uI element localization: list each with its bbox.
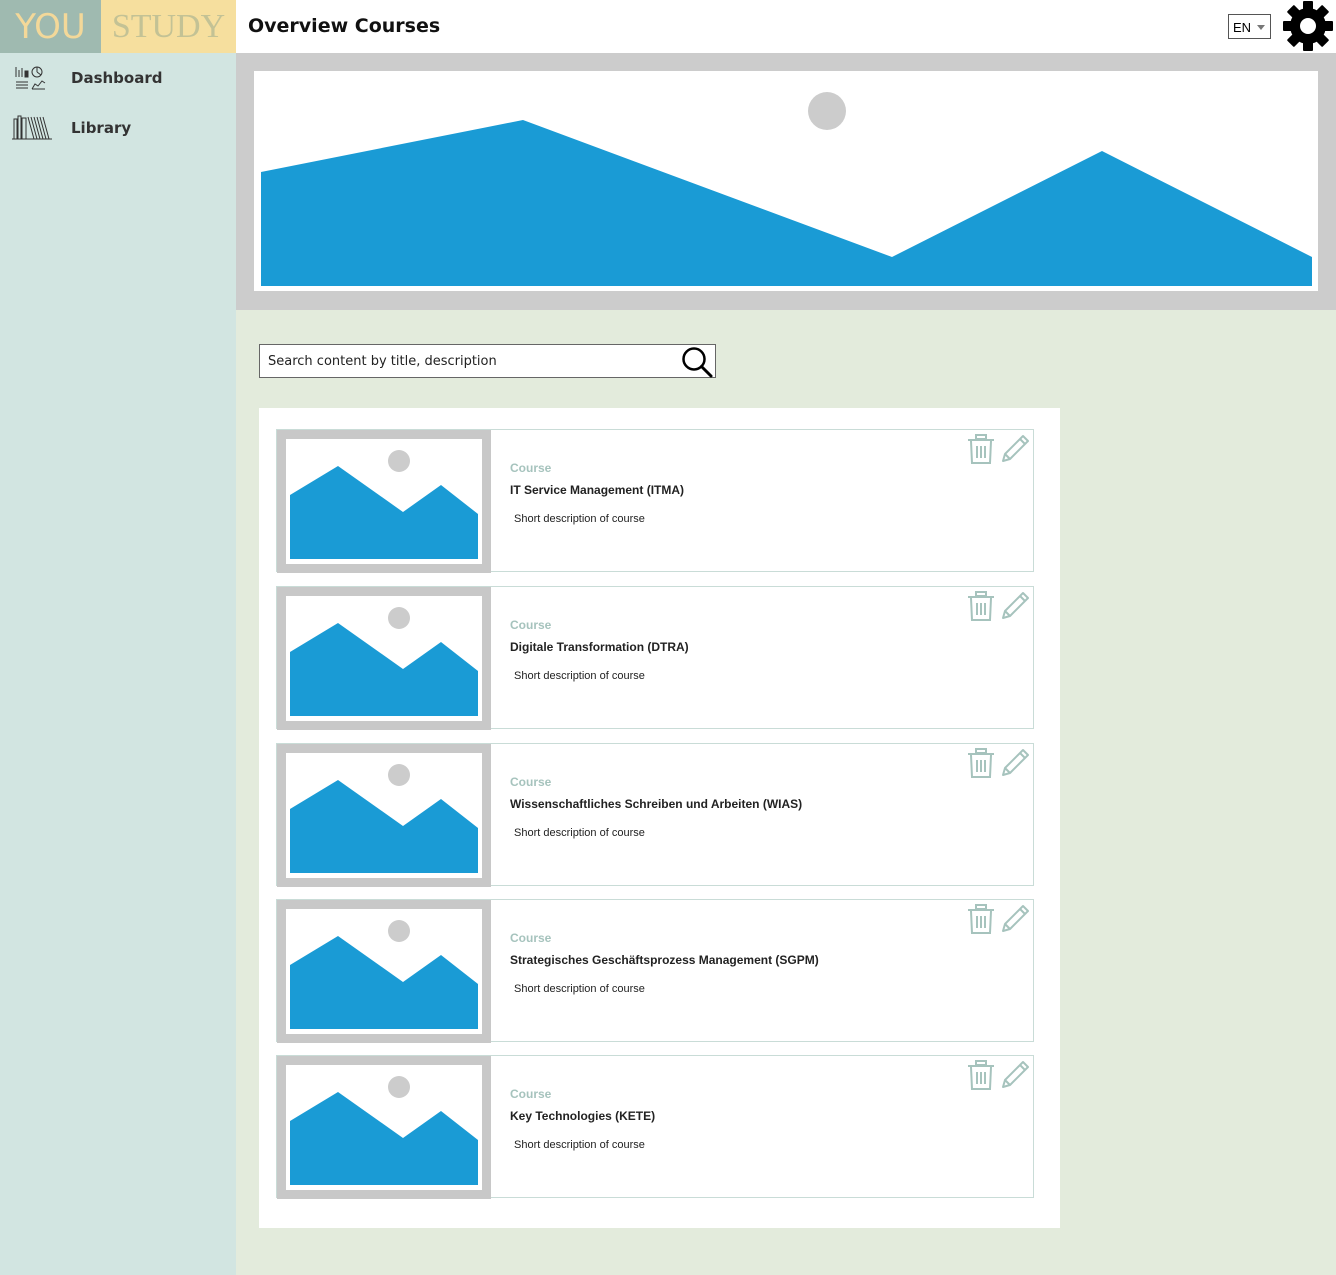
course-title[interactable]: Digitale Transformation (DTRA) (510, 640, 689, 654)
library-icon (12, 115, 52, 140)
trash-icon[interactable] (966, 590, 996, 622)
logo-study: STUDY (101, 0, 236, 53)
dashboard-icon (15, 66, 46, 90)
course-thumbnail (277, 1056, 491, 1199)
gear-icon[interactable] (1282, 0, 1334, 52)
sidebar-item-label: Library (71, 119, 132, 137)
course-description: Short description of course (514, 983, 645, 995)
pencil-icon[interactable] (999, 747, 1031, 779)
course-description: Short description of course (514, 1139, 645, 1151)
course-title[interactable]: IT Service Management (ITMA) (510, 483, 684, 497)
course-description: Short description of course (514, 513, 645, 525)
language-value: EN (1233, 20, 1252, 35)
course-kind-label: Course (510, 1087, 552, 1101)
language-select[interactable]: EN (1228, 14, 1271, 39)
course-kind-label: Course (510, 461, 552, 475)
pencil-icon[interactable] (999, 433, 1031, 465)
pencil-icon[interactable] (999, 1059, 1031, 1091)
image-placeholder-icon (290, 1076, 478, 1185)
image-placeholder-icon (290, 450, 478, 559)
image-placeholder-icon (290, 607, 478, 716)
page-title: Overview Courses (248, 15, 441, 37)
sidebar: Dashboard Library (0, 53, 236, 1275)
course-title[interactable]: Strategisches Geschäftsprozess Managemen… (510, 953, 819, 967)
course-kind-label: Course (510, 775, 552, 789)
course-kind-label: Course (510, 931, 552, 945)
sidebar-item-library[interactable]: Library (0, 105, 236, 149)
image-placeholder-icon (290, 920, 478, 1029)
course-card[interactable]: Course Strategisches Geschäftsprozess Ma… (276, 899, 1034, 1043)
pencil-icon[interactable] (999, 903, 1031, 935)
banner-image-frame (254, 71, 1318, 291)
course-list: Course IT Service Management (ITMA) Shor… (259, 408, 1060, 1228)
pencil-icon[interactable] (999, 590, 1031, 622)
trash-icon[interactable] (966, 433, 996, 465)
app-logo[interactable]: YOU STUDY (0, 0, 236, 53)
course-kind-label: Course (510, 618, 552, 632)
banner-image-placeholder (236, 53, 1336, 310)
course-card[interactable]: Course Wissenschaftliches Schreiben und … (276, 743, 1034, 887)
course-card[interactable]: Course IT Service Management (ITMA) Shor… (276, 429, 1034, 573)
trash-icon[interactable] (966, 1059, 996, 1091)
course-thumbnail (277, 587, 491, 730)
course-thumbnail (277, 430, 491, 573)
course-card[interactable]: Course Key Technologies (KETE) Short des… (276, 1055, 1034, 1199)
sidebar-item-label: Dashboard (71, 69, 163, 87)
search-input[interactable] (260, 345, 675, 377)
course-thumbnail (277, 900, 491, 1043)
sidebar-item-dashboard[interactable]: Dashboard (0, 55, 236, 99)
trash-icon[interactable] (966, 903, 996, 935)
course-title[interactable]: Key Technologies (KETE) (510, 1109, 655, 1123)
course-description: Short description of course (514, 827, 645, 839)
chevron-down-icon (1257, 25, 1265, 30)
image-placeholder-icon (290, 764, 478, 873)
search-icon[interactable] (680, 345, 714, 379)
course-thumbnail (277, 744, 491, 887)
top-bar: Overview Courses EN (236, 0, 1336, 53)
trash-icon[interactable] (966, 747, 996, 779)
image-placeholder-icon (261, 92, 1312, 286)
course-title[interactable]: Wissenschaftliches Schreiben und Arbeite… (510, 797, 802, 811)
course-card[interactable]: Course Digitale Transformation (DTRA) Sh… (276, 586, 1034, 730)
search-box (259, 344, 716, 378)
logo-you: YOU (0, 0, 101, 53)
course-description: Short description of course (514, 670, 645, 682)
